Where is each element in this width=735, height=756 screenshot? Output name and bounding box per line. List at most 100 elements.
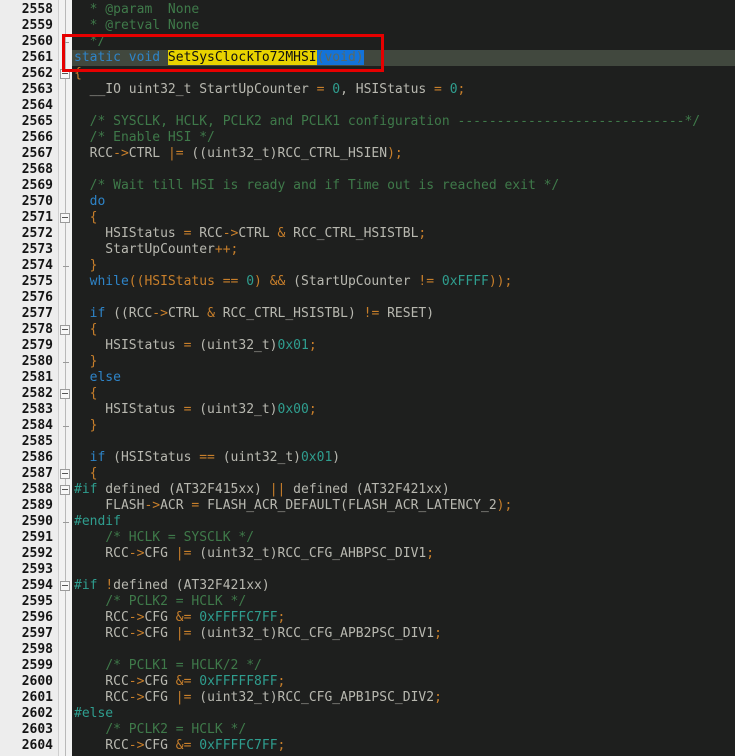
code-token: (AT32F415xx) xyxy=(167,482,270,497)
code-token: |= xyxy=(175,690,192,705)
code-content-area[interactable]: * @param None * @retval None */static vo… xyxy=(72,0,735,756)
code-editor[interactable]: 2558 2559 2560 2561 2562 2563 2564 2565 2566 2567… xyxy=(0,0,735,756)
code-line[interactable]: /* PCLK1 = HCLK/2 */ xyxy=(72,658,735,674)
code-token: CFG xyxy=(144,690,176,705)
code-line[interactable] xyxy=(72,162,735,178)
code-token: && xyxy=(269,274,286,289)
code-line[interactable]: StartUpCounter++; xyxy=(72,242,735,258)
fold-marker-row xyxy=(59,562,72,578)
code-token: RCC xyxy=(74,146,114,161)
code-line[interactable]: { xyxy=(72,466,735,482)
code-line[interactable]: RCC->CFG &= 0xFFFFF8FF; xyxy=(72,674,735,690)
line-number: 2600 xyxy=(21,674,53,689)
code-line[interactable]: #endif xyxy=(72,514,735,530)
code-line[interactable]: RCC->CFG |= (uint32_t)RCC_CFG_APB1PSC_DI… xyxy=(72,690,735,706)
code-line[interactable]: HSIStatus = RCC->CTRL & RCC_CTRL_HSISTBL… xyxy=(72,226,735,242)
fold-collapse-icon[interactable] xyxy=(60,325,70,335)
code-token: #if xyxy=(74,482,98,497)
code-line[interactable]: while((HSIStatus == 0) && (StartUpCounte… xyxy=(72,274,735,290)
code-line[interactable]: /* Wait till HSI is ready and if Time ou… xyxy=(72,178,735,194)
fold-marker-row[interactable] xyxy=(59,482,72,498)
fold-marker-row xyxy=(59,354,72,370)
code-line[interactable]: /* PCLK2 = HCLK */ xyxy=(72,722,735,738)
code-line[interactable]: RCC->CFG &= 0xFFFFC7FF; xyxy=(72,610,735,626)
line-number: 2581 xyxy=(21,370,53,385)
fold-marker-row[interactable] xyxy=(59,210,72,226)
code-line[interactable]: RCC->CTRL |= ((uint32_t)RCC_CTRL_HSIEN); xyxy=(72,146,735,162)
fold-collapse-icon[interactable] xyxy=(60,469,70,479)
code-line[interactable]: { xyxy=(72,210,735,226)
fold-marker-row xyxy=(59,706,72,722)
fold-end-icon xyxy=(63,426,69,427)
code-line[interactable] xyxy=(72,642,735,658)
code-line[interactable] xyxy=(72,562,735,578)
fold-marker-row[interactable] xyxy=(59,466,72,482)
fold-collapse-icon[interactable] xyxy=(60,213,70,223)
code-token: -> xyxy=(128,546,145,561)
code-line[interactable]: * @param None xyxy=(72,2,735,18)
code-line[interactable]: /* SYSCLK, HCLK, PCLK2 and PCLK1 configu… xyxy=(72,114,735,130)
code-line[interactable] xyxy=(72,98,735,114)
code-token: SetSysClockTo72MHSI xyxy=(167,50,317,65)
fold-marker-row[interactable] xyxy=(59,578,72,594)
code-line[interactable]: RCC->CFG &= 0xFFFFC7FF; xyxy=(72,738,735,754)
fold-collapse-icon[interactable] xyxy=(60,389,70,399)
fold-collapse-icon[interactable] xyxy=(60,485,70,495)
code-line[interactable]: * @retval None xyxy=(72,18,735,34)
code-line[interactable]: do xyxy=(72,194,735,210)
code-line[interactable]: RCC->CFG |= (uint32_t)RCC_CFG_APB2PSC_DI… xyxy=(72,626,735,642)
fold-collapse-icon[interactable] xyxy=(60,69,70,79)
code-line[interactable]: __IO uint32_t StartUpCounter = 0, HSISta… xyxy=(72,82,735,98)
code-token: ; xyxy=(308,338,317,353)
code-line[interactable]: if (HSIStatus == (uint32_t)0x01) xyxy=(72,450,735,466)
code-line[interactable]: /* Enable HSI */ xyxy=(72,130,735,146)
code-line[interactable]: if ((RCC->CTRL & RCC_CTRL_HSISTBL) != RE… xyxy=(72,306,735,322)
fold-marker-row[interactable] xyxy=(59,386,72,402)
code-line[interactable]: #else xyxy=(72,706,735,722)
fold-marker-row xyxy=(59,338,72,354)
code-token: &= xyxy=(175,738,192,753)
fold-collapse-icon[interactable] xyxy=(60,581,70,591)
code-line[interactable]: HSIStatus = (uint32_t)0x01; xyxy=(72,338,735,354)
code-line[interactable]: #if !defined (AT32F421xx) xyxy=(72,578,735,594)
code-line[interactable]: /* PCLK2 = HCLK */ xyxy=(72,594,735,610)
code-line[interactable]: { xyxy=(72,66,735,82)
code-line[interactable] xyxy=(72,434,735,450)
code-line[interactable]: } xyxy=(72,418,735,434)
code-token: CFG xyxy=(144,674,176,689)
code-token: , HSIStatus xyxy=(340,82,435,97)
line-number: 2587 xyxy=(21,466,53,481)
code-line[interactable]: HSIStatus = (uint32_t)0x00; xyxy=(72,402,735,418)
code-line[interactable]: FLASH->ACR = FLASH_ACR_DEFAULT(FLASH_ACR… xyxy=(72,498,735,514)
code-token: #else xyxy=(74,706,114,721)
code-line[interactable]: #if defined (AT32F415xx) || defined (AT3… xyxy=(72,482,735,498)
code-line[interactable]: */ xyxy=(72,34,735,50)
code-token: RESET) xyxy=(379,306,435,321)
line-number: 2592 xyxy=(21,546,53,561)
code-line[interactable]: /* HCLK = SYSCLK */ xyxy=(72,530,735,546)
line-number: 2595 xyxy=(21,594,53,609)
code-folding-column[interactable] xyxy=(58,0,72,756)
code-line[interactable]: RCC->CFG |= (uint32_t)RCC_CFG_AHBPSC_DIV… xyxy=(72,546,735,562)
code-line[interactable]: { xyxy=(72,322,735,338)
code-token: } xyxy=(89,418,98,433)
code-line[interactable]: } xyxy=(72,354,735,370)
line-number: 2563 xyxy=(21,82,53,97)
code-line[interactable]: } xyxy=(72,258,735,274)
fold-end-icon xyxy=(63,522,69,523)
code-token: (void) xyxy=(316,50,364,65)
code-line[interactable]: { xyxy=(72,386,735,402)
code-line[interactable]: else xyxy=(72,370,735,386)
code-token: ACR xyxy=(160,498,192,513)
code-token: { xyxy=(89,466,98,481)
code-line[interactable] xyxy=(72,290,735,306)
fold-marker-row[interactable] xyxy=(59,322,72,338)
code-line-current[interactable]: static void SetSysClockTo72MHSI(void) xyxy=(72,50,735,66)
fold-marker-row[interactable] xyxy=(59,66,72,82)
